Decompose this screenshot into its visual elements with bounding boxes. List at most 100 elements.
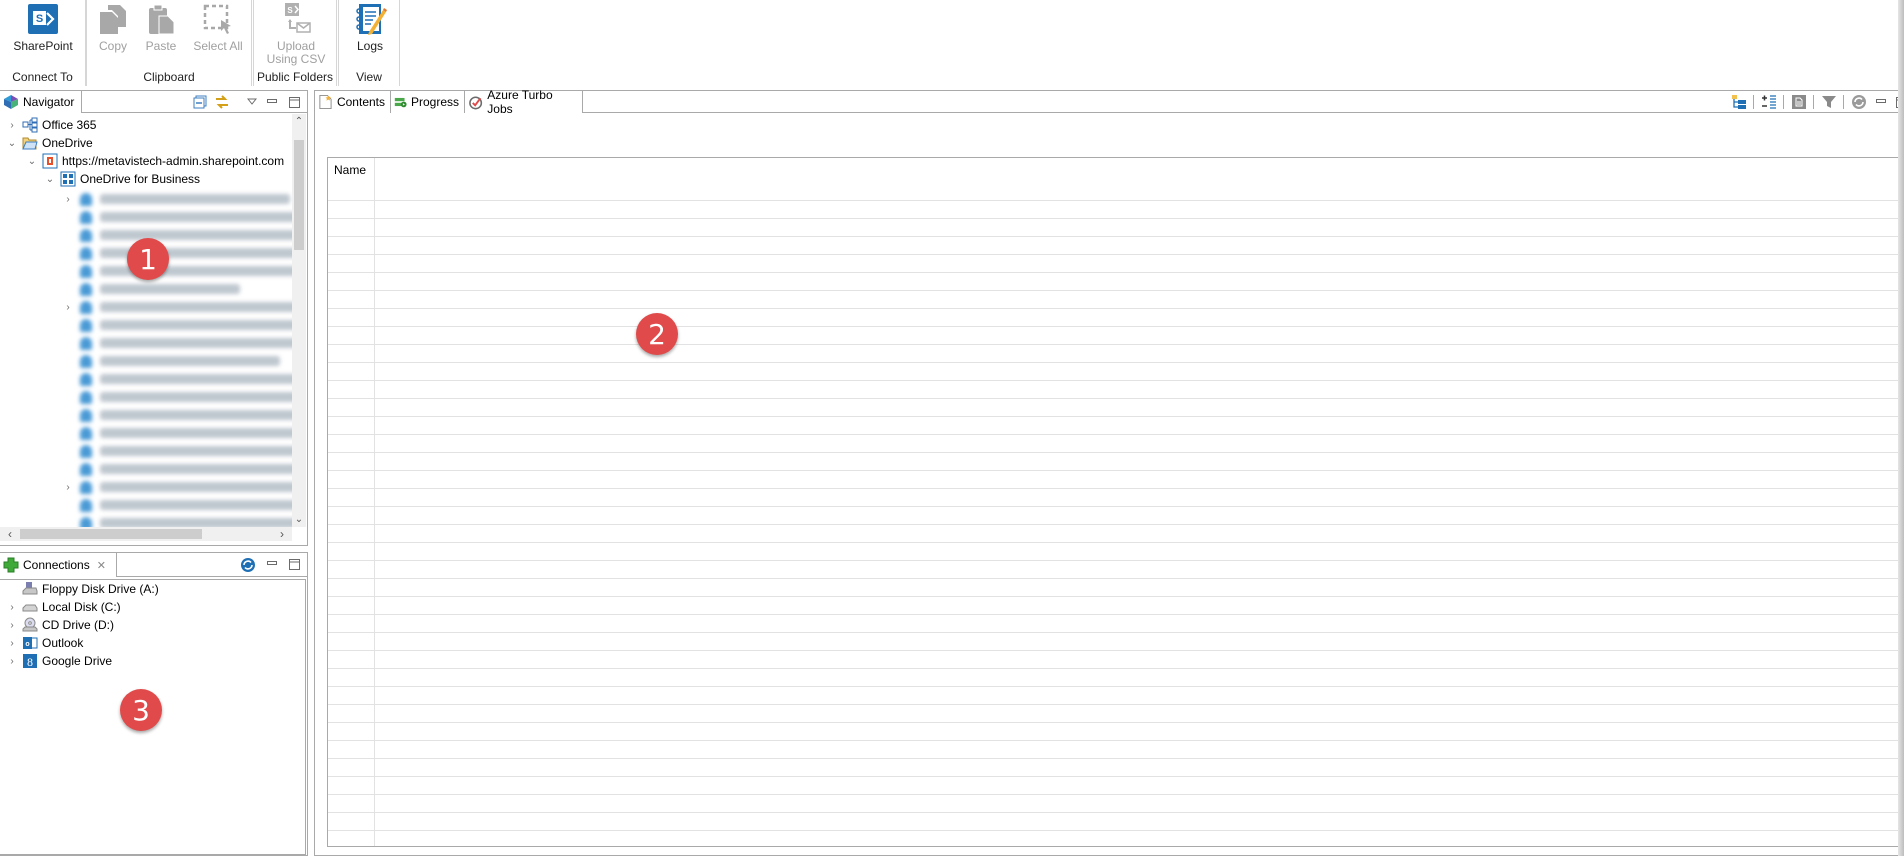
chevron-right-icon[interactable]: › bbox=[6, 655, 18, 667]
tree-item-user[interactable] bbox=[62, 388, 292, 406]
blurred-user-entry bbox=[74, 192, 290, 206]
chevron-right-icon[interactable]: › bbox=[62, 301, 74, 313]
chevron-down-icon[interactable]: ⌄ bbox=[6, 137, 18, 149]
toolbar-divider bbox=[1843, 95, 1844, 109]
connection-google-drive[interactable]: › 8 Google Drive bbox=[6, 652, 112, 670]
google-drive-icon: 8 bbox=[23, 654, 37, 669]
tree-item-user[interactable] bbox=[62, 208, 292, 226]
connection-outlook[interactable]: › o Outlook bbox=[6, 634, 83, 652]
redacted-text bbox=[100, 320, 292, 330]
blurred-user-entry bbox=[74, 480, 292, 494]
tree-view-icon bbox=[1732, 95, 1746, 109]
maximize-connections-button[interactable] bbox=[286, 556, 302, 572]
blurred-user-entry bbox=[74, 264, 292, 278]
sync-button[interactable] bbox=[1851, 94, 1867, 110]
close-icon[interactable]: ✕ bbox=[97, 559, 106, 572]
select-all-button[interactable]: Select All bbox=[187, 2, 249, 53]
annotation-badge-3: 3 bbox=[120, 689, 162, 731]
tree-item-user[interactable] bbox=[62, 514, 292, 527]
tree-item-user[interactable] bbox=[62, 352, 280, 370]
user-icon bbox=[80, 282, 92, 296]
minimize-connections-button[interactable] bbox=[264, 556, 280, 572]
navigator-panel: Navigator › Office 365 ⌄ OneDrive ⌄ http… bbox=[0, 90, 308, 546]
chevron-right-icon[interactable]: › bbox=[6, 619, 18, 631]
tree-item-user[interactable] bbox=[62, 406, 292, 424]
column-header-name[interactable]: Name bbox=[328, 158, 374, 182]
chevron-right-icon[interactable]: › bbox=[62, 193, 74, 205]
tree-item-user[interactable] bbox=[62, 370, 292, 388]
maximize-navigator-button[interactable] bbox=[286, 94, 302, 110]
connection-local-disk[interactable]: › Local Disk (C:) bbox=[6, 598, 120, 616]
logs-button[interactable]: Logs bbox=[345, 2, 395, 53]
upload-using-csv-button[interactable]: S Upload Using CSV bbox=[258, 2, 334, 66]
tree-item-office-365[interactable]: › Office 365 bbox=[6, 116, 96, 134]
expand-collapse-button[interactable] bbox=[1761, 94, 1777, 110]
collapse-all-icon bbox=[193, 95, 207, 109]
tab-contents[interactable]: Contents bbox=[315, 91, 391, 113]
chevron-right-icon[interactable]: › bbox=[62, 481, 74, 493]
connection-cd-drive[interactable]: › CD Drive (D:) bbox=[6, 616, 114, 634]
tree-item-user[interactable] bbox=[62, 316, 292, 334]
refresh-connections-button[interactable] bbox=[240, 557, 256, 573]
table-row-line bbox=[328, 200, 1904, 201]
filter-button[interactable] bbox=[1821, 94, 1837, 110]
chevron-placeholder bbox=[62, 229, 74, 241]
chevron-down-icon[interactable]: ⌄ bbox=[44, 173, 56, 185]
collapse-all-button[interactable] bbox=[192, 94, 208, 110]
tree-item-user[interactable] bbox=[62, 442, 292, 460]
copy-label: Copy bbox=[98, 39, 127, 53]
tree-item-user[interactable] bbox=[62, 496, 292, 514]
table-row-line bbox=[328, 686, 1904, 687]
tab-navigator[interactable]: Navigator bbox=[0, 91, 82, 113]
table-row-line bbox=[328, 416, 1904, 417]
tree-item-onedrive[interactable]: ⌄ OneDrive bbox=[6, 134, 93, 152]
scroll-down-button[interactable]: ⌄ bbox=[292, 512, 306, 526]
outlook-icon: o bbox=[23, 637, 38, 649]
azure-jobs-icon bbox=[469, 96, 483, 110]
navigator-vertical-scrollbar[interactable]: ⌃ ⌄ bbox=[292, 114, 306, 527]
tree-item-user[interactable] bbox=[62, 280, 240, 298]
view-menu-button[interactable] bbox=[244, 94, 260, 110]
tree-item-user[interactable] bbox=[62, 424, 292, 442]
redacted-text bbox=[100, 212, 292, 222]
scroll-thumb[interactable] bbox=[294, 140, 304, 250]
navigator-horizontal-scrollbar[interactable]: ‹ › bbox=[0, 527, 292, 541]
tree-item-user[interactable] bbox=[62, 244, 292, 262]
folder-open-icon bbox=[22, 137, 38, 150]
chevron-right-icon[interactable]: › bbox=[6, 637, 18, 649]
tree-item-user[interactable]: › bbox=[62, 298, 292, 316]
maximize-icon bbox=[288, 558, 300, 570]
tree-item-sharepoint-site[interactable]: ⌄ https://metavistech-admin.sharepoint.c… bbox=[26, 152, 284, 170]
tree-item-user[interactable]: › bbox=[62, 190, 290, 208]
tab-connections[interactable]: Connections ✕ bbox=[0, 553, 117, 577]
user-icon bbox=[80, 498, 92, 512]
chevron-down-icon[interactable]: ⌄ bbox=[26, 155, 38, 167]
minimize-contents-button[interactable] bbox=[1873, 94, 1889, 110]
paste-button[interactable]: Paste bbox=[139, 2, 183, 53]
column-divider[interactable] bbox=[374, 158, 375, 846]
chevron-right-icon[interactable]: › bbox=[6, 601, 18, 613]
chevron-right-icon[interactable]: › bbox=[6, 119, 18, 131]
table-row-line bbox=[328, 830, 1904, 831]
tree-item-user[interactable] bbox=[62, 460, 292, 478]
tab-azure-turbo-jobs[interactable]: Azure Turbo Jobs bbox=[465, 88, 583, 116]
scroll-thumb[interactable] bbox=[20, 529, 202, 539]
minimize-navigator-button[interactable] bbox=[264, 94, 280, 110]
scroll-right-button[interactable]: › bbox=[276, 527, 288, 541]
user-icon bbox=[80, 228, 92, 242]
tab-progress[interactable]: Progress bbox=[391, 91, 465, 113]
link-with-editor-button[interactable] bbox=[214, 94, 230, 110]
connection-label: Floppy Disk Drive (A:) bbox=[42, 582, 159, 596]
tree-item-user[interactable] bbox=[62, 262, 292, 280]
sharepoint-button[interactable]: S SharePoint bbox=[8, 2, 78, 53]
copy-button[interactable]: Copy bbox=[91, 2, 135, 53]
scroll-left-button[interactable]: ‹ bbox=[4, 527, 16, 541]
tree-item-user[interactable] bbox=[62, 334, 292, 352]
tree-view-button[interactable] bbox=[1731, 94, 1747, 110]
tree-item-user[interactable] bbox=[62, 226, 292, 244]
tree-item-user[interactable]: › bbox=[62, 478, 292, 496]
scroll-up-button[interactable]: ⌃ bbox=[292, 114, 306, 128]
properties-button[interactable] bbox=[1791, 94, 1807, 110]
connection-floppy-disk[interactable]: Floppy Disk Drive (A:) bbox=[6, 580, 159, 598]
tree-item-onedrive-for-business[interactable]: ⌄ OneDrive for Business bbox=[44, 170, 200, 188]
